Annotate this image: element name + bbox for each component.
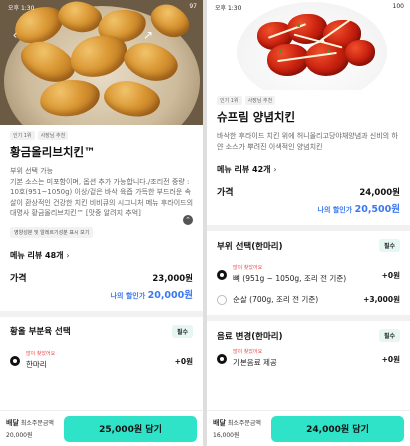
add-to-cart-button[interactable]: 24,000원 담기 bbox=[271, 415, 404, 442]
delivery-type: 배달 bbox=[213, 419, 226, 427]
option-section-title: 황올 부분육 선택 bbox=[10, 327, 71, 337]
status-battery: 100 bbox=[392, 3, 404, 10]
discount-price: 20,000원 bbox=[147, 289, 193, 301]
required-badge: 필수 bbox=[378, 329, 400, 342]
bottom-order-bar: 배달 최소주문금액 20,000원 25,000원 담기 bbox=[0, 410, 203, 446]
parsley-garnish bbox=[297, 24, 300, 27]
min-order-info: 배달 최소주문금액 16,000원 bbox=[213, 418, 271, 439]
min-order-label: 최소주문금액 bbox=[227, 420, 261, 427]
price-value: 23,000원 bbox=[152, 273, 193, 284]
chevron-right-icon: › bbox=[66, 250, 70, 260]
radio-selected-icon[interactable] bbox=[10, 355, 20, 366]
min-order-amount: 16,000원 bbox=[213, 432, 240, 439]
nutrition-allergy-link[interactable]: 영양성분 및 알레르기성분 표시 보기 bbox=[10, 226, 94, 238]
review-count: 메뉴 리뷰 48개 bbox=[10, 250, 64, 260]
option-section-title: 부위 선택(한마리) bbox=[217, 241, 283, 252]
min-order-label: 최소주문금액 bbox=[20, 420, 54, 427]
price-value: 24,000원 bbox=[359, 188, 400, 198]
hero-image-golden-olive-chicken: 오후 1:30 97 ‹ ↗ bbox=[0, 0, 203, 125]
status-bar: 오후 1:30 100 bbox=[215, 3, 404, 13]
badge-list: 인기 1위 사장님 추천 bbox=[10, 131, 193, 140]
badge-list: 인기 1위 사장님 추천 bbox=[217, 96, 400, 105]
price-row: 가격 23,000원 bbox=[10, 271, 193, 284]
back-arrow-icon[interactable]: ‹ bbox=[8, 28, 22, 42]
menu-title: 황금올리브치킨™ bbox=[10, 145, 96, 159]
option-name: 기본음료 제공 bbox=[233, 358, 277, 367]
option-section-header: 음료 변경(한마리) 필수 bbox=[207, 321, 410, 342]
option-price: +0원 bbox=[174, 356, 193, 366]
price-row: 가격 24,000원 bbox=[217, 185, 400, 198]
menu-description: 바삭한 후라이드 치킨 위에 허니올리고당야채양념과 신비의 하얀 소스가 뿌려… bbox=[217, 132, 398, 151]
required-badge: 필수 bbox=[171, 324, 193, 338]
price-label: 가격 bbox=[10, 273, 27, 284]
option-item[interactable]: 많이 찾았어요 뼈 (951g ~ 1050g, 조리 전 기준) +0원 bbox=[207, 264, 410, 284]
share-icon[interactable]: ↗ bbox=[141, 28, 155, 42]
parsley-garnish bbox=[279, 50, 282, 53]
delivery-type: 배달 bbox=[6, 419, 19, 427]
menu-review-link[interactable]: 메뉴 리뷰 48개 › bbox=[10, 250, 193, 261]
discount-label: 나의 할인가 bbox=[317, 206, 353, 214]
menu-description: 부위 선택 가능 기본 소스는 미포함이며, 옵션 추가 가능합니다./조리전 … bbox=[10, 167, 194, 217]
menu-title: 슈프림 양념치킨 bbox=[217, 110, 296, 124]
option-name: 뼈 (951g ~ 1050g, 조리 전 기준) bbox=[233, 274, 347, 283]
option-item[interactable]: 많이 찾았어요 기본음료 제공 +0원 bbox=[207, 348, 410, 368]
option-section-title: 음료 변경(한마리) bbox=[217, 331, 283, 342]
menu-review-link[interactable]: 메뉴 리뷰 42개 › bbox=[217, 164, 400, 175]
discount-row: 나의 할인가 20,500원 bbox=[217, 201, 400, 215]
price-label: 가격 bbox=[217, 188, 234, 198]
option-price: +0원 bbox=[381, 271, 400, 280]
badge-popular-rank: 인기 1위 bbox=[217, 96, 242, 105]
chevron-right-icon: › bbox=[273, 165, 277, 174]
status-battery: 97 bbox=[189, 3, 197, 10]
min-order-amount: 20,000원 bbox=[6, 432, 33, 439]
status-time: 오후 1:30 bbox=[215, 5, 242, 12]
discount-row: 나의 할인가 20,000원 bbox=[10, 287, 193, 301]
option-item[interactable]: 순살 (700g, 조리 전 기준) +3,000원 bbox=[207, 294, 410, 305]
min-order-info: 배달 최소주문금액 20,000원 bbox=[6, 418, 64, 439]
status-time: 오후 1:30 bbox=[8, 5, 35, 12]
collapse-description-button[interactable]: ⌃ bbox=[183, 214, 193, 225]
option-name: 한마리 bbox=[26, 359, 47, 369]
review-count: 메뉴 리뷰 42개 bbox=[217, 165, 271, 174]
option-price: +0원 bbox=[381, 355, 400, 364]
option-section-header: 황올 부분육 선택 필수 bbox=[0, 317, 203, 338]
bottom-order-bar: 배달 최소주문금액 16,000원 24,000원 담기 bbox=[207, 410, 410, 446]
add-to-cart-button[interactable]: 25,000원 담기 bbox=[64, 415, 197, 442]
badge-owner-pick: 사장님 추천 bbox=[37, 131, 69, 140]
menu-detail-golden-olive: 오후 1:30 97 ‹ ↗ 인기 1위 사장님 추천 황금올리브치킨™ 부위 … bbox=[0, 0, 203, 446]
option-section-header: 부위 선택(한마리) 필수 bbox=[207, 231, 410, 252]
discount-price: 20,500원 bbox=[354, 204, 400, 215]
popular-tag: 많이 찾았어요 bbox=[233, 349, 263, 355]
option-item[interactable]: 많이 찾았어요 한마리 +0원 bbox=[0, 350, 203, 370]
required-badge: 필수 bbox=[378, 239, 400, 252]
menu-detail-supreme-yangnyeom: 오후 1:30 100 인기 1위 사장님 추천 슈프림 양념치킨 바삭한 후라… bbox=[207, 0, 410, 446]
badge-popular-rank: 인기 1위 bbox=[10, 131, 35, 140]
badge-owner-pick: 사장님 추천 bbox=[244, 96, 276, 105]
parsley-garnish bbox=[327, 50, 330, 53]
radio-unselected-icon[interactable] bbox=[217, 295, 227, 305]
radio-selected-icon[interactable] bbox=[217, 354, 227, 364]
discount-label: 나의 할인가 bbox=[110, 291, 146, 300]
radio-selected-icon[interactable] bbox=[217, 270, 227, 280]
option-name: 순살 (700g, 조리 전 기준) bbox=[233, 295, 319, 304]
popular-tag: 많이 찾았어요 bbox=[26, 350, 56, 357]
status-bar: 오후 1:30 97 bbox=[8, 3, 197, 13]
hero-image-supreme-yangnyeom-chicken: 오후 1:30 100 bbox=[207, 0, 410, 90]
popular-tag: 많이 찾았어요 bbox=[233, 265, 263, 271]
option-price: +3,000원 bbox=[363, 295, 400, 304]
